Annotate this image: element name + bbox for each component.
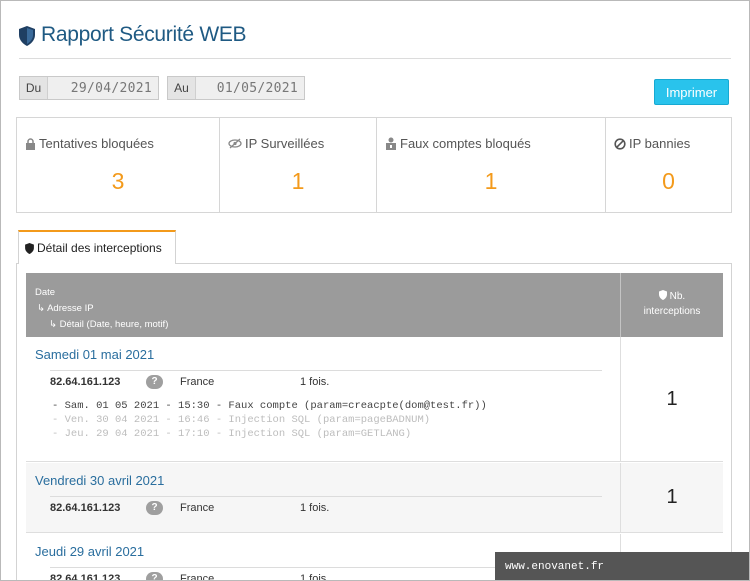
log-entry: - Ven. 30 04 2021 - 16:46 - Injection SQ… <box>52 414 431 426</box>
tab-label: Détail des interceptions <box>37 241 162 255</box>
help-icon[interactable]: ? <box>146 500 163 515</box>
ip-times: 1 fois. <box>300 375 330 388</box>
ip-country: France <box>180 375 215 388</box>
ip-times: 1 fois. <box>300 501 330 514</box>
date-to-value[interactable]: 01/05/2021 <box>196 81 304 96</box>
help-icon[interactable]: ? <box>146 571 163 580</box>
tab-interceptions-detail[interactable]: Détail des interceptions <box>18 230 176 264</box>
column-header-detail: Date ↳ Adresse IP ↳ Détail (Date, heure,… <box>26 273 621 337</box>
stat-value: 1 <box>484 168 498 194</box>
ip-country: France <box>180 501 215 514</box>
report-window: Rapport Sécurité WEB Du 29/04/2021 Au 01… <box>0 0 750 581</box>
ip-address: 82.64.161.123 <box>50 501 121 514</box>
stat-fake-accounts: Faux comptes bloqués 1 <box>377 118 606 212</box>
table-row: Samedi 01 mai 2021 82.64.161.123 ? Franc… <box>26 337 723 462</box>
stats-bar: Tentatives bloquées 3 IP Surveillées 1 F… <box>16 117 732 213</box>
row-date: Jeudi 29 avril 2021 <box>35 544 145 559</box>
shield-icon <box>25 242 34 254</box>
stat-label: IP Surveillées <box>245 136 325 151</box>
stat-blocked-attempts: Tentatives bloquées 3 <box>17 118 220 212</box>
shield-icon <box>19 26 35 46</box>
row-date: Samedi 01 mai 2021 <box>35 347 155 362</box>
stat-value: 1 <box>291 168 305 194</box>
row-count: 1 <box>666 486 678 508</box>
watermark: www.enovanet.fr <box>495 552 749 580</box>
eye-slash-icon <box>228 138 242 149</box>
stat-watched-ip: IP Surveillées 1 <box>220 118 377 212</box>
page-header: Rapport Sécurité WEB <box>19 23 731 59</box>
help-icon[interactable]: ? <box>146 374 163 389</box>
stat-value: 3 <box>111 168 125 194</box>
log-entry: - Sam. 01 05 2021 - 15:30 - Faux compte … <box>52 400 487 412</box>
ip-line: 82.64.161.123 ? France 1 fois. <box>50 370 602 392</box>
row-date: Vendredi 30 avril 2021 <box>35 473 165 488</box>
date-from-value[interactable]: 29/04/2021 <box>48 81 158 96</box>
shield-icon <box>658 290 667 300</box>
column-header-count: Nb. interceptions <box>643 290 701 317</box>
user-lock-icon <box>386 137 396 150</box>
table-header: Date ↳ Adresse IP ↳ Détail (Date, heure,… <box>26 273 723 337</box>
ip-times: 1 fois. <box>300 572 330 581</box>
date-to-field[interactable]: Au 01/05/2021 <box>167 76 305 100</box>
ip-address: 82.64.161.123 <box>50 572 121 581</box>
stat-label: Faux comptes bloqués <box>400 136 531 151</box>
ip-address: 82.64.161.123 <box>50 375 121 388</box>
stat-label: IP bannies <box>629 136 691 151</box>
ip-line: 82.64.161.123 ? France 1 fois. <box>50 496 602 518</box>
row-count: 1 <box>666 387 678 410</box>
stat-banned-ip: IP bannies 0 <box>606 118 731 212</box>
date-to-label: Au <box>168 77 196 99</box>
stat-value: 0 <box>662 168 675 194</box>
page-title: Rapport Sécurité WEB <box>41 23 247 46</box>
print-button[interactable]: Imprimer <box>654 79 729 105</box>
date-from-label: Du <box>20 77 48 99</box>
lock-icon <box>26 137 35 150</box>
stat-label: Tentatives bloquées <box>39 136 154 151</box>
ban-icon <box>614 137 626 150</box>
date-from-field[interactable]: Du 29/04/2021 <box>19 76 159 100</box>
table-row: Vendredi 30 avril 2021 82.64.161.123 ? F… <box>26 463 723 533</box>
ip-country: France <box>180 572 215 581</box>
log-entry: - Jeu. 29 04 2021 - 17:10 - Injection SQ… <box>52 428 412 440</box>
